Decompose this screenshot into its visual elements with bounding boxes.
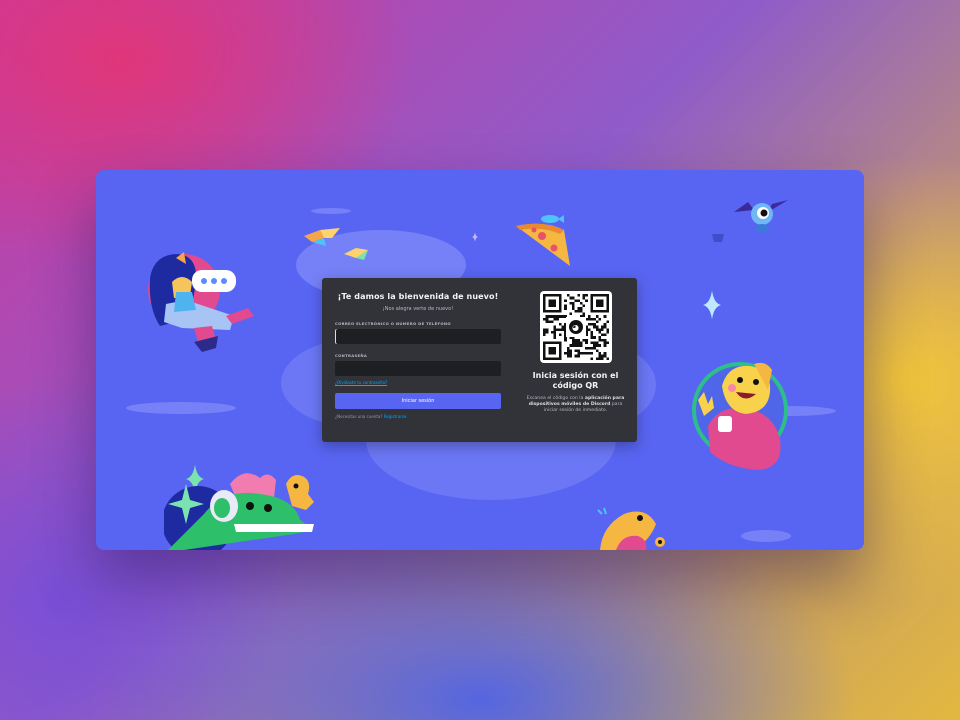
pizza-illustration bbox=[516, 223, 570, 266]
character-on-phone-illustration bbox=[148, 252, 254, 352]
qr-finder-square bbox=[547, 346, 556, 355]
qr-title: Inicia sesión con el código QR bbox=[532, 371, 619, 390]
email-label-text: CORREO ELECTRÓNICO O NÚMERO DE TELÉFONO bbox=[335, 321, 451, 326]
discord-logo-icon: ◕ bbox=[565, 317, 586, 337]
password-label: CONTRASEÑA bbox=[335, 353, 501, 358]
login-card: ¡Te damos la bienvenida de nuevo! ¡Nos a… bbox=[322, 278, 637, 442]
sparkle-icon bbox=[472, 232, 478, 242]
background-cloud bbox=[126, 402, 236, 414]
qr-description: Escanea el código con la aplicación para… bbox=[522, 396, 629, 414]
login-subtitle: ¡Nos alegra verte de nuevo! bbox=[382, 306, 454, 312]
login-button[interactable]: Iniciar sesión bbox=[335, 393, 501, 409]
qr-finder-square bbox=[547, 299, 556, 308]
background-cloud bbox=[741, 530, 791, 542]
qr-login-panel: ◕ Inicia sesión con el código QR Escanea… bbox=[514, 278, 637, 442]
fish-illustration bbox=[541, 215, 564, 223]
qr-finder-square bbox=[595, 299, 604, 308]
register-link[interactable]: Registrarse bbox=[384, 414, 407, 419]
register-prompt: ¿Necesitas una cuenta? Registrarse bbox=[335, 414, 501, 419]
qr-desc-text-1: Escanea el código con la bbox=[526, 396, 584, 401]
email-label: CORREO ELECTRÓNICO O NÚMERO DE TELÉFONO bbox=[335, 321, 501, 326]
forgot-password-link[interactable]: ¿Olvidaste tu contraseña? bbox=[335, 380, 501, 385]
password-field[interactable] bbox=[335, 361, 501, 376]
login-title: ¡Te damos la bienvenida de nuevo! bbox=[337, 292, 499, 301]
background-cloud bbox=[311, 208, 351, 214]
login-window: ¡Te damos la bienvenida de nuevo! ¡Nos a… bbox=[96, 170, 864, 550]
password-label-text: CONTRASEÑA bbox=[335, 353, 368, 358]
duck-creature-illustration bbox=[597, 507, 665, 550]
green-creature-illustration bbox=[164, 473, 314, 550]
qr-code: ◕ bbox=[539, 291, 612, 363]
bird-illustration bbox=[344, 248, 368, 260]
register-prompt-text: ¿Necesitas una cuenta? bbox=[335, 414, 383, 419]
bat-creature-illustration bbox=[734, 200, 788, 232]
small-creature-illustration bbox=[712, 234, 724, 242]
sparkle-icon bbox=[703, 290, 721, 320]
waving-character-illustration bbox=[692, 362, 788, 470]
email-field[interactable] bbox=[335, 329, 501, 344]
login-form: ¡Te damos la bienvenida de nuevo! ¡Nos a… bbox=[322, 278, 514, 442]
bird-illustration bbox=[304, 228, 340, 246]
